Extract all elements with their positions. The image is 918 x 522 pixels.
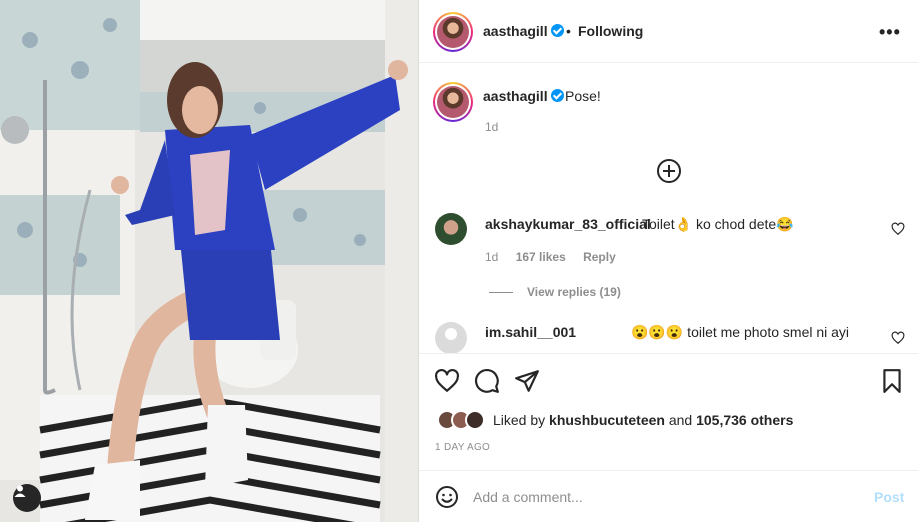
send-icon[interactable]: [514, 368, 540, 394]
comment-likes[interactable]: 167 likes: [516, 250, 566, 264]
comment-like-heart-icon[interactable]: [891, 222, 905, 236]
caption-text: Pose!: [565, 88, 601, 104]
liker-avatar: [465, 410, 485, 430]
view-replies-button[interactable]: View replies (19): [489, 285, 621, 299]
emoji-icon[interactable]: [435, 485, 459, 509]
comment-time[interactable]: 1d: [485, 250, 498, 264]
caption-timestamp[interactable]: 1d: [485, 120, 498, 134]
caption-username[interactable]: aasthagill: [483, 88, 548, 104]
replies-divider: [489, 292, 513, 294]
comment-like-heart-icon[interactable]: [891, 331, 905, 345]
caption-author[interactable]: aasthagill: [483, 88, 565, 104]
liked-by-prefix: Liked by: [493, 412, 546, 428]
user-tag-icon: [14, 485, 26, 497]
liked-by-and: and: [668, 412, 693, 428]
following-button[interactable]: Following: [578, 23, 643, 39]
separator-dot: •: [566, 23, 571, 39]
load-more-comments-icon[interactable]: [657, 159, 681, 183]
actions-divider: [419, 353, 918, 354]
more-options-icon[interactable]: •••: [879, 22, 901, 43]
bathroom-photo-illustration: [0, 0, 418, 522]
author-username[interactable]: aasthagill: [483, 23, 565, 39]
comment-composer: Post: [419, 470, 918, 522]
author-username-text[interactable]: aasthagill: [483, 23, 548, 39]
comment-meta: 1d 167 likes Reply: [485, 250, 630, 264]
commenter-avatar[interactable]: [435, 213, 467, 245]
comment-icon[interactable]: [474, 368, 500, 394]
caption-author-avatar[interactable]: [433, 82, 473, 122]
comment-username[interactable]: akshaykumar_83_official: [485, 216, 651, 232]
post-detail-panel: aasthagill • Following ••• aasthagill Po…: [418, 0, 918, 522]
liked-by-text: Liked by khushbucuteteen and 105,736 oth…: [493, 412, 793, 428]
add-comment-input[interactable]: [473, 487, 853, 507]
comment-text: 😮😮😮 toilet me photo smel ni ayi: [631, 324, 850, 340]
liked-by-user[interactable]: khushbucuteteen: [549, 412, 665, 428]
post-timestamp[interactable]: 1 DAY AGO: [435, 442, 490, 453]
liked-by-others[interactable]: 105,736 others: [696, 412, 793, 428]
comment-text: Toilet👌 ko chod dete😂: [642, 216, 794, 232]
user-tag-button[interactable]: [13, 484, 41, 512]
post-comment-button[interactable]: Post: [874, 489, 904, 505]
view-replies-label[interactable]: View replies (19): [527, 285, 621, 299]
commenter-avatar-placeholder[interactable]: [435, 322, 467, 354]
author-avatar[interactable]: [433, 12, 473, 52]
comment-username[interactable]: im.sahil__001: [485, 324, 576, 340]
reply-button[interactable]: Reply: [583, 250, 616, 264]
bookmark-icon[interactable]: [879, 368, 905, 394]
post-header: aasthagill • Following •••: [419, 0, 918, 63]
post-photo[interactable]: [0, 0, 418, 522]
verified-badge-icon: [551, 89, 565, 102]
verified-badge-icon: [551, 24, 565, 37]
liked-by-avatars[interactable]: [437, 410, 489, 430]
heart-icon[interactable]: [434, 368, 460, 394]
